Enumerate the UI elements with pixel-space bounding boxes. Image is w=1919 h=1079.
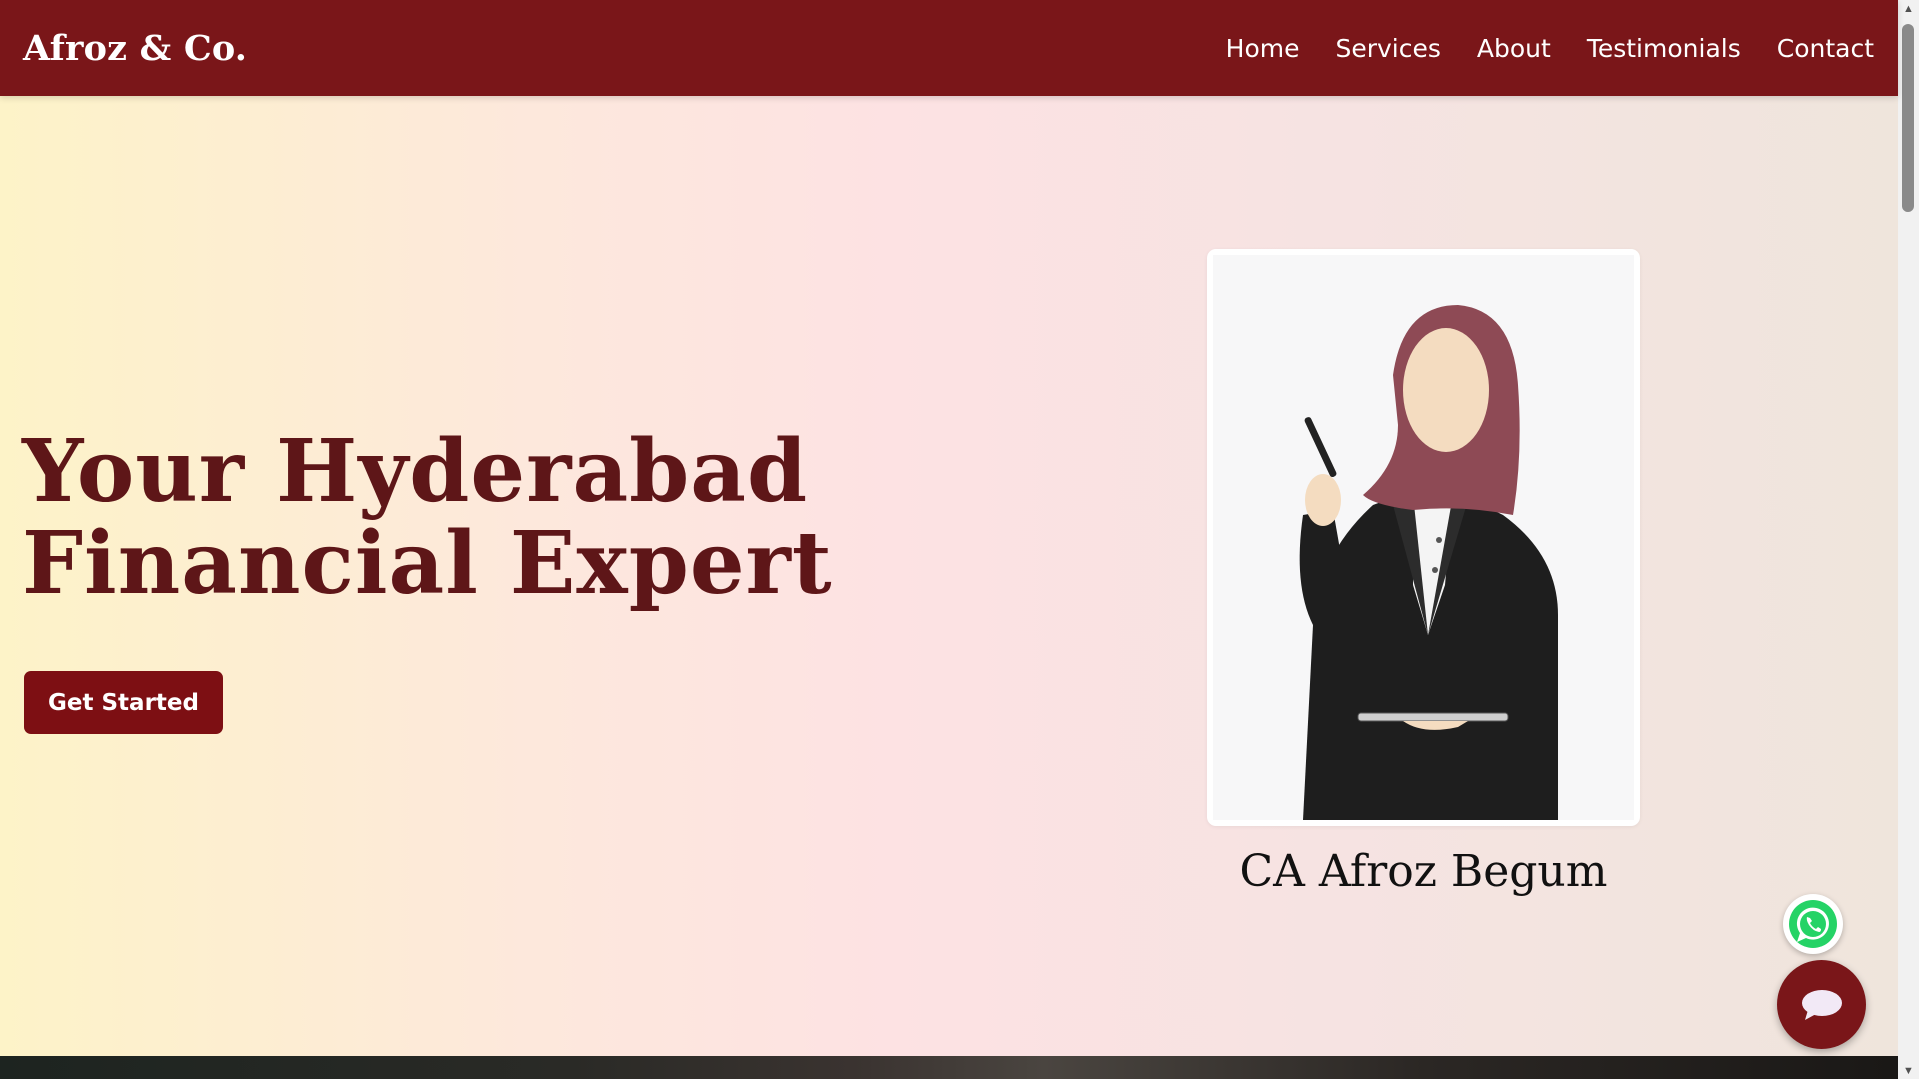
- nav-home[interactable]: Home: [1226, 34, 1300, 63]
- scroll-down-arrow-icon[interactable]: ▼: [1898, 1062, 1919, 1079]
- whatsapp-button[interactable]: [1783, 894, 1843, 954]
- get-started-button[interactable]: Get Started: [24, 671, 223, 734]
- next-section-preview: [0, 1056, 1898, 1079]
- nav-links: Home Services About Testimonials Contact: [1190, 34, 1874, 63]
- nav-testimonials[interactable]: Testimonials: [1587, 34, 1741, 63]
- scrollbar[interactable]: ▲ ▼: [1898, 0, 1919, 1079]
- chat-button[interactable]: [1777, 960, 1866, 1049]
- hero-section: Your Hyderabad Financial Expert Get Star…: [0, 96, 1898, 1056]
- nav-services[interactable]: Services: [1335, 34, 1440, 63]
- brand-logo[interactable]: Afroz & Co.: [23, 28, 247, 69]
- page: Afroz & Co. Home Services About Testimon…: [0, 0, 1919, 1079]
- hero-title-line2: Financial Expert: [22, 513, 833, 614]
- scroll-thumb[interactable]: [1902, 24, 1914, 212]
- portrait-card: [1207, 249, 1640, 826]
- scroll-up-arrow-icon[interactable]: ▲: [1898, 0, 1919, 17]
- nav-contact[interactable]: Contact: [1777, 34, 1874, 63]
- whatsapp-icon: [1789, 900, 1837, 948]
- person-name: CA Afroz Begum: [1239, 846, 1608, 897]
- navbar: Afroz & Co. Home Services About Testimon…: [0, 0, 1898, 96]
- hero-title: Your Hyderabad Financial Expert: [22, 426, 833, 610]
- chat-bubble-icon: [1801, 989, 1842, 1020]
- portrait-illustration: [1213, 255, 1634, 820]
- nav-about[interactable]: About: [1477, 34, 1551, 63]
- hero-title-line1: Your Hyderabad: [22, 421, 809, 522]
